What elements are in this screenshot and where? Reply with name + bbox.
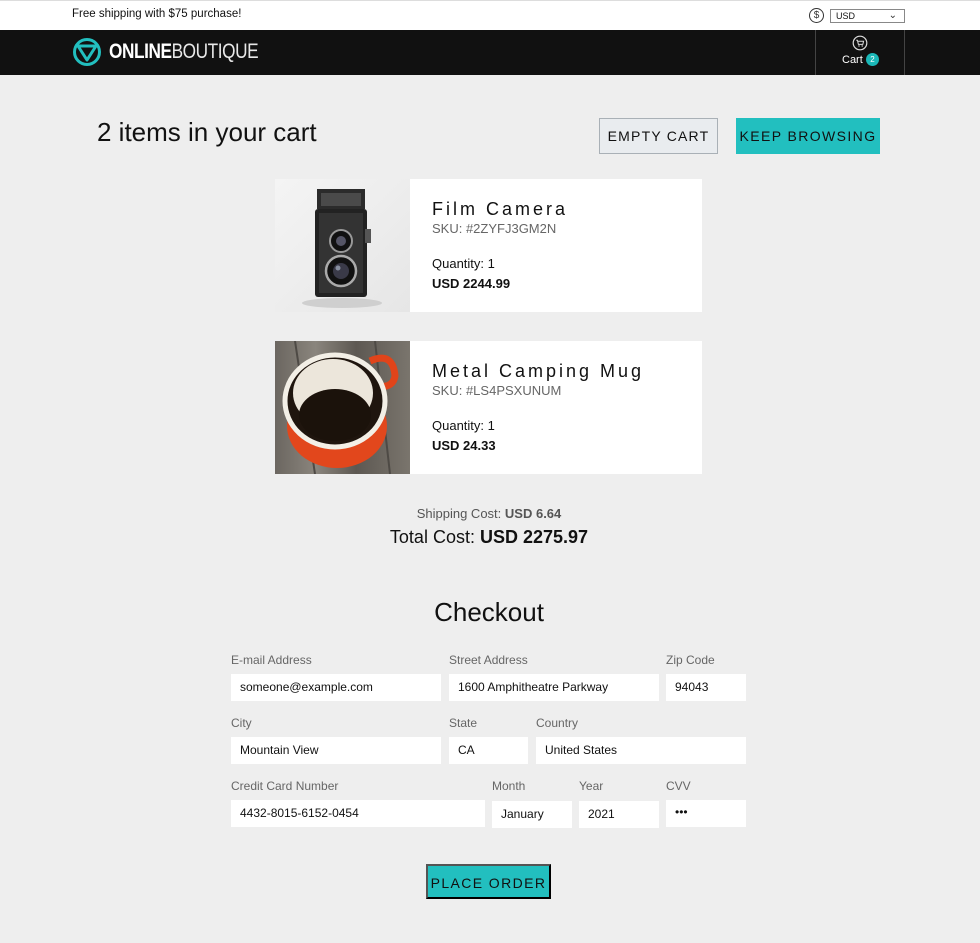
city-field[interactable]: Mountain View (231, 737, 441, 764)
country-field[interactable]: United States (536, 737, 746, 764)
year-label: Year (579, 779, 604, 793)
place-order-button[interactable]: PLACE ORDER (426, 864, 551, 899)
month-select[interactable]: January (492, 801, 572, 828)
country-label: Country (536, 716, 579, 730)
card-number-label: Credit Card Number (231, 779, 339, 793)
logo[interactable]: ONLINEBOUTIQUE (72, 37, 291, 67)
item-price: USD 24.33 (432, 438, 496, 453)
keep-browsing-button[interactable]: KEEP BROWSING (736, 118, 880, 154)
item-price: USD 2244.99 (432, 276, 511, 291)
cart-item: Metal Camping Mug SKU: #LS4PSXUNUM Quant… (275, 341, 702, 474)
total-cost-value: USD 2275.97 (479, 527, 589, 547)
year-select[interactable]: 2021 (579, 801, 659, 828)
cart-count-badge: 2 (866, 53, 879, 66)
total-cost: Total Cost: USD 2275.97 (0, 527, 978, 548)
camping-mug-image[interactable] (275, 341, 410, 474)
currency-select[interactable]: USD ⌄ (830, 9, 905, 23)
cart-item: Film Camera SKU: #2ZYFJ3GM2N Quantity: 1… (275, 179, 702, 312)
cvv-label: CVV (666, 779, 691, 793)
email-label: E-mail Address (231, 653, 312, 667)
item-name[interactable]: Metal Camping Mug (432, 361, 644, 382)
cart-icon (852, 35, 868, 51)
zip-code-field[interactable]: 94043 (666, 674, 746, 701)
item-name[interactable]: Film Camera (432, 199, 568, 220)
month-label: Month (492, 779, 526, 793)
checkout-title: Checkout (434, 597, 544, 627)
cvv-field[interactable]: ••• (666, 800, 746, 827)
zip-label: Zip Code (666, 653, 715, 667)
navbar: ONLINEBOUTIQUE Cart 2 (0, 30, 980, 75)
shipping-cost: Shipping Cost: USD 6.64 (0, 506, 978, 521)
item-quantity: Quantity: 1 (432, 256, 495, 271)
item-sku: SKU: #LS4PSXUNUM (432, 383, 562, 398)
cart-label: Cart (842, 54, 863, 66)
total-cost-label: Total Cost: (389, 527, 475, 547)
film-camera-image[interactable] (275, 179, 410, 312)
street-address-field[interactable]: 1600 Amphitheatre Parkway (449, 674, 659, 701)
logo-icon (73, 38, 101, 66)
cart-title: 2 items in your cart (97, 117, 317, 147)
chevron-down-icon: ⌄ (888, 10, 897, 21)
empty-cart-button[interactable]: EMPTY CART (599, 118, 718, 154)
state-field[interactable]: CA (449, 737, 528, 764)
street-label: Street Address (449, 653, 528, 667)
state-label: State (449, 716, 478, 730)
cart-link[interactable]: Cart 2 (815, 30, 905, 75)
card-number-field[interactable]: 4432-8015-6152-0454 (231, 800, 485, 827)
top-bar: Free shipping with $75 purchase! $ USD ⌄ (0, 0, 980, 30)
logo-text: ONLINEBOUTIQUE (109, 40, 259, 63)
dollar-circle-icon: $ (809, 8, 824, 23)
shipping-cost-value: USD 6.64 (504, 506, 562, 521)
city-label: City (231, 716, 252, 730)
currency-value: USD (836, 11, 856, 21)
item-quantity: Quantity: 1 (432, 418, 495, 433)
shipping-cost-label: Shipping Cost: (416, 506, 502, 521)
item-sku: SKU: #2ZYFJ3GM2N (432, 221, 557, 236)
email-field[interactable]: someone@example.com (231, 674, 441, 701)
promo-text: Free shipping with $75 purchase! (72, 8, 242, 20)
